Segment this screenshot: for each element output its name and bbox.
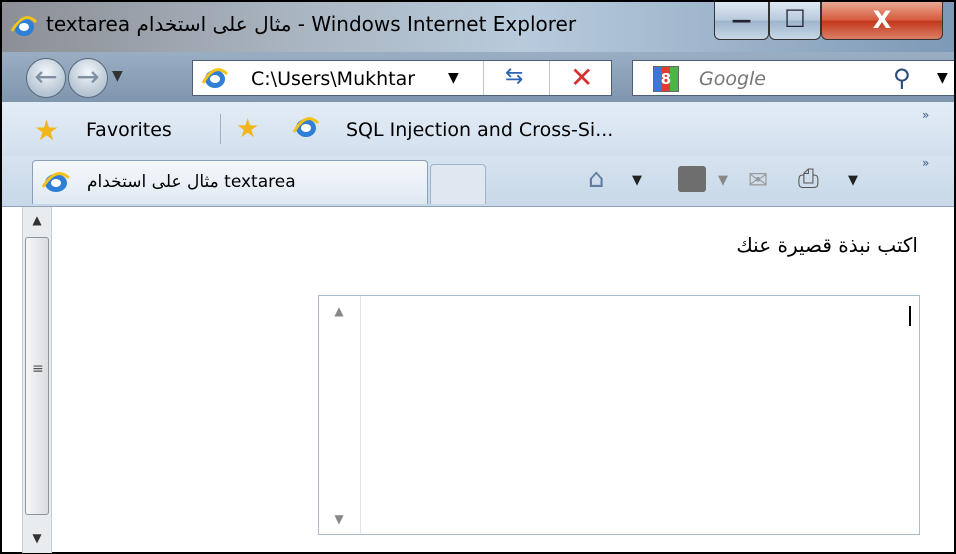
tab-bar: مثال على استخدام textarea ⌂ ▼ ▼ ✉ ⎙ ▼ » <box>2 156 954 206</box>
back-button[interactable]: ← <box>26 58 66 98</box>
title-bar: textarea مثال على استخدام - Windows Inte… <box>2 2 954 52</box>
refresh-icon[interactable]: ⇆ <box>505 64 523 89</box>
tab-active[interactable]: مثال على استخدام textarea <box>32 160 428 204</box>
scroll-down-icon[interactable]: ▼ <box>23 531 51 545</box>
google-icon[interactable]: 8 <box>653 66 679 92</box>
navigation-bar: ← → ▼ C:\Users\Mukhtar ▼ ⇆ ✕ 8 Google ⚲ … <box>2 52 954 102</box>
close-button[interactable]: X <box>821 2 943 40</box>
window-title: textarea مثال على استخدام - Windows Inte… <box>46 12 577 36</box>
home-dropdown-icon[interactable]: ▼ <box>632 173 642 188</box>
bio-textarea[interactable]: ▲ ▼ <box>318 295 920 535</box>
back-arrow-icon: ← <box>34 60 58 93</box>
stop-icon[interactable]: ✕ <box>570 61 593 94</box>
ie-page-icon <box>201 68 229 88</box>
ie-logo-icon <box>10 16 38 36</box>
minimize-icon: — <box>731 8 752 32</box>
scrollbar-thumb[interactable]: ≡ <box>25 237 49 515</box>
address-input[interactable]: C:\Users\Mukhtar <box>251 68 441 90</box>
search-box[interactable]: 8 Google ⚲ ▼ <box>632 60 954 96</box>
print-icon[interactable]: ⎙ <box>798 164 819 195</box>
history-dropdown-icon[interactable]: ▼ <box>112 68 123 84</box>
search-icon[interactable]: ⚲ <box>893 64 911 92</box>
search-options-dropdown-icon[interactable]: ▼ <box>937 70 948 86</box>
favorites-bar: ★ Favorites ★ SQL Injection and Cross-Si… <box>2 102 954 156</box>
tab-title: مثال على استخدام textarea <box>87 172 296 192</box>
print-dropdown-icon[interactable]: ▼ <box>848 173 858 188</box>
search-input[interactable]: Google <box>699 68 766 90</box>
ie-page-icon <box>292 117 320 137</box>
textarea-scrollbar[interactable]: ▲ ▼ <box>319 296 361 534</box>
text-caret <box>909 306 911 326</box>
chevron-right-icon[interactable]: » <box>922 156 929 170</box>
favorite-link[interactable]: SQL Injection and Cross-Si... <box>346 119 613 141</box>
rss-feed-icon[interactable] <box>678 166 706 192</box>
mail-icon[interactable]: ✉ <box>748 166 768 194</box>
scroll-down-icon[interactable]: ▼ <box>319 512 359 526</box>
page-content: ▲ ≡ ▼ اكتب نبذة قصيرة عنك ▲ ▼ <box>2 206 954 553</box>
address-bar[interactable]: C:\Users\Mukhtar ▼ ⇆ ✕ <box>192 60 612 96</box>
home-icon[interactable]: ⌂ <box>588 164 605 194</box>
maximize-icon: ☐ <box>784 5 806 33</box>
forward-button[interactable]: → <box>68 58 108 98</box>
prompt-label: اكتب نبذة قصيرة عنك <box>736 233 918 257</box>
window-controls: — ☐ X <box>714 2 954 42</box>
page-scrollbar[interactable]: ▲ ≡ ▼ <box>22 207 52 553</box>
ie-icon <box>41 172 71 192</box>
feeds-dropdown-icon[interactable]: ▼ <box>718 173 728 188</box>
close-icon: X <box>872 6 892 34</box>
favorites-button[interactable]: Favorites <box>86 119 172 141</box>
minimize-button[interactable]: — <box>714 2 769 40</box>
divider <box>220 114 221 144</box>
chevron-right-icon[interactable]: » <box>922 108 929 122</box>
new-tab-button[interactable] <box>430 164 486 204</box>
favorites-star-icon[interactable]: ★ <box>34 114 59 147</box>
address-dropdown-icon[interactable]: ▼ <box>448 70 459 86</box>
add-favorite-icon[interactable]: ★ <box>236 114 259 144</box>
divider <box>483 61 484 95</box>
ie-window: textarea مثال على استخدام - Windows Inte… <box>0 0 956 554</box>
scroll-up-icon[interactable]: ▲ <box>319 304 359 318</box>
grip-icon: ≡ <box>32 361 44 377</box>
maximize-button[interactable]: ☐ <box>769 2 821 40</box>
forward-arrow-icon: → <box>76 60 100 93</box>
scroll-up-icon[interactable]: ▲ <box>23 213 51 227</box>
divider <box>549 61 550 95</box>
